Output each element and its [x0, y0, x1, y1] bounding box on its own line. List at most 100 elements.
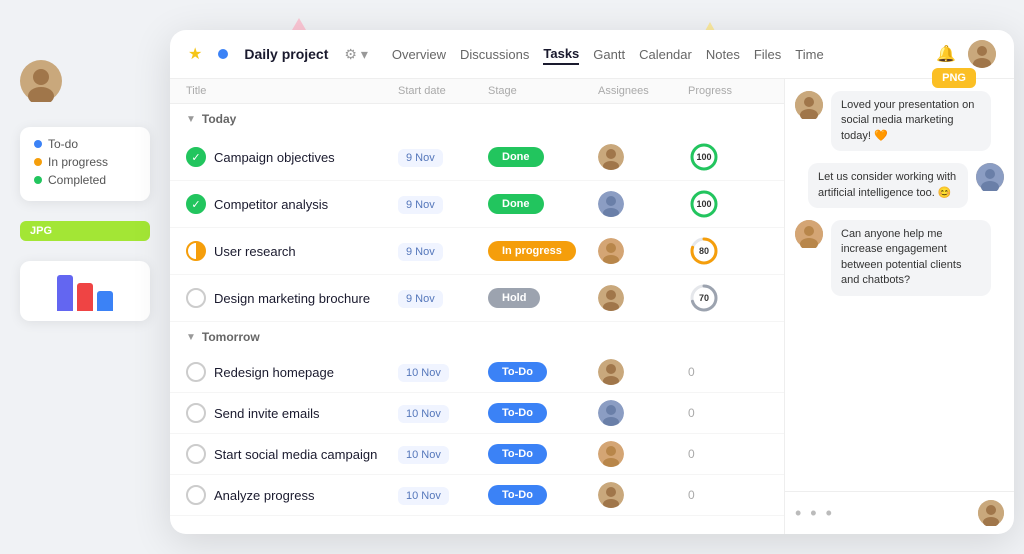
col-stage: Stage: [488, 85, 598, 97]
task-row[interactable]: Start social media campaign 10 Nov To-Do…: [170, 434, 784, 475]
project-name: Daily project: [244, 46, 328, 62]
legend-completed: Completed: [34, 173, 136, 187]
task-progress-6: 0: [688, 406, 768, 420]
task-stage-3: In progress: [488, 241, 598, 261]
section-today[interactable]: ▼ Today: [170, 104, 784, 134]
tab-tasks[interactable]: Tasks: [543, 44, 579, 65]
task-progress-8: 0: [688, 488, 768, 502]
task-date-3: 9 Nov: [398, 242, 488, 260]
col-startdate: Start date: [398, 85, 488, 97]
task-date-6: 10 Nov: [398, 404, 488, 422]
task-stage-8: To-Do: [488, 485, 598, 505]
task-stage-2: Done: [488, 194, 598, 214]
task-assignees-1: [598, 144, 688, 170]
task-row[interactable]: ✓ Competitor analysis 9 Nov Done 100: [170, 181, 784, 228]
task-progress-2: 100: [688, 188, 768, 220]
legend-inprogress: In progress: [34, 155, 136, 169]
checkbox-2[interactable]: ✓: [186, 194, 206, 214]
tab-notes[interactable]: Notes: [706, 45, 740, 64]
task-title-6: Send invite emails: [186, 403, 398, 423]
tab-calendar[interactable]: Calendar: [639, 45, 692, 64]
progress-circle-2: 100: [688, 188, 720, 220]
task-title-7: Start social media campaign: [186, 444, 398, 464]
chat-input-area: • • •: [785, 491, 1014, 534]
bar-purple: [57, 275, 73, 311]
task-assignees-7: [598, 441, 688, 467]
chat-message-3: Can anyone help me increase engagement b…: [795, 220, 1004, 296]
section-tomorrow-label: Tomorrow: [202, 330, 260, 344]
progress-circle-3: 80: [688, 235, 720, 267]
task-stage-6: To-Do: [488, 403, 598, 423]
legend-box: To-do In progress Completed: [20, 127, 150, 201]
checkbox-8[interactable]: [186, 485, 206, 505]
task-date-2: 9 Nov: [398, 195, 488, 213]
legend-todo: To-do: [34, 137, 136, 151]
settings-icon[interactable]: ⚙ ▾: [344, 46, 367, 63]
task-row[interactable]: Send invite emails 10 Nov To-Do 0: [170, 393, 784, 434]
task-title-1: ✓ Campaign objectives: [186, 147, 398, 167]
task-date-1: 9 Nov: [398, 148, 488, 166]
content-area: Title Start date Stage Assignees Progres…: [170, 79, 1014, 534]
chat-message-1: Loved your presentation on social media …: [795, 91, 1004, 151]
checkbox-5[interactable]: [186, 362, 206, 382]
task-assignees-2: [598, 191, 688, 217]
header-right: 🔔: [936, 40, 996, 68]
task-name-3: User research: [214, 244, 296, 259]
task-name-1: Campaign objectives: [214, 150, 335, 165]
chat-avatar-3: [795, 220, 823, 248]
checkbox-1[interactable]: ✓: [186, 147, 206, 167]
chevron-tomorrow: ▼: [186, 332, 196, 343]
task-row[interactable]: User research 9 Nov In progress 80: [170, 228, 784, 275]
col-progress: Progress: [688, 85, 768, 97]
task-stage-7: To-Do: [488, 444, 598, 464]
chat-input-avatar[interactable]: [978, 500, 1004, 526]
tab-gantt[interactable]: Gantt: [593, 45, 625, 64]
user-avatar-header[interactable]: [968, 40, 996, 68]
task-progress-5: 0: [688, 365, 768, 379]
tab-discussions[interactable]: Discussions: [460, 45, 529, 64]
task-name-2: Competitor analysis: [214, 197, 328, 212]
user-avatar[interactable]: [20, 60, 150, 107]
chat-bubble-2: Let us consider working with artificial …: [808, 163, 968, 208]
checkbox-3[interactable]: [186, 241, 206, 261]
section-today-label: Today: [202, 112, 236, 126]
task-title-8: Analyze progress: [186, 485, 398, 505]
task-progress-1: 100: [688, 141, 768, 173]
task-row[interactable]: ✓ Campaign objectives 9 Nov Done 100: [170, 134, 784, 181]
section-tomorrow[interactable]: ▼ Tomorrow: [170, 322, 784, 352]
checkbox-7[interactable]: [186, 444, 206, 464]
task-title-3: User research: [186, 241, 398, 261]
bar-red: [77, 283, 93, 311]
task-row[interactable]: Analyze progress 10 Nov To-Do 0: [170, 475, 784, 516]
main-window: ★ Daily project ⚙ ▾ Overview Discussions…: [170, 30, 1014, 534]
chat-messages: Loved your presentation on social media …: [785, 79, 1014, 491]
nav-tabs: Overview Discussions Tasks Gantt Calenda…: [392, 44, 824, 65]
tab-overview[interactable]: Overview: [392, 45, 446, 64]
task-stage-4: Hold: [488, 288, 598, 308]
png-sticker: PNG: [932, 68, 976, 88]
chat-message-2: Let us consider working with artificial …: [795, 163, 1004, 208]
task-progress-4: 70: [688, 282, 768, 314]
task-name-4: Design marketing brochure: [214, 291, 370, 306]
task-title-5: Redesign homepage: [186, 362, 398, 382]
checkbox-6[interactable]: [186, 403, 206, 423]
legend-todo-dot: [34, 140, 42, 148]
col-assignees: Assignees: [598, 85, 688, 97]
table-header: Title Start date Stage Assignees Progres…: [170, 79, 784, 104]
bell-icon[interactable]: 🔔: [936, 44, 956, 64]
checkbox-4[interactable]: [186, 288, 206, 308]
task-row[interactable]: Design marketing brochure 9 Nov Hold 70: [170, 275, 784, 322]
task-stage-1: Done: [488, 147, 598, 167]
task-assignees-4: [598, 285, 688, 311]
bar-blue: [97, 291, 113, 311]
task-row[interactable]: Redesign homepage 10 Nov To-Do 0: [170, 352, 784, 393]
tab-files[interactable]: Files: [754, 45, 781, 64]
tasks-panel: Title Start date Stage Assignees Progres…: [170, 79, 784, 534]
tab-time[interactable]: Time: [795, 45, 823, 64]
bar-chart: [20, 261, 150, 321]
star-icon[interactable]: ★: [188, 44, 202, 64]
chat-bubble-1: Loved your presentation on social media …: [831, 91, 991, 151]
chat-avatar-1: [795, 91, 823, 119]
task-name-8: Analyze progress: [214, 488, 314, 503]
jpg-sticker-wrapper: JPG: [20, 221, 150, 241]
